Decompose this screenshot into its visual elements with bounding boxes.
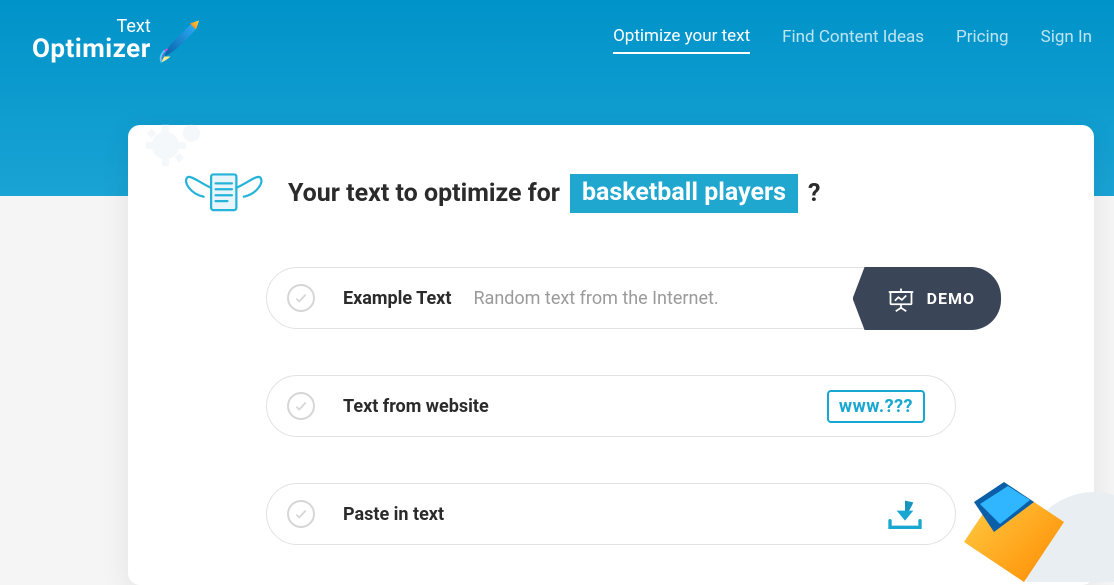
heading-text: Your text to optimize for basketball pla… bbox=[288, 174, 820, 213]
nav-ideas[interactable]: Find Content Ideas bbox=[782, 27, 924, 53]
url-hint-box: www.??? bbox=[827, 390, 925, 423]
demo-badge[interactable]: DEMO bbox=[853, 267, 1001, 330]
option-label: Text from website bbox=[343, 396, 489, 417]
option-desc: Random text from the Internet. bbox=[473, 288, 718, 309]
option-label: Example Text bbox=[343, 288, 451, 309]
radio-icon bbox=[287, 392, 315, 420]
rocket-pencil-icon bbox=[157, 16, 205, 64]
option-label: Paste in text bbox=[343, 504, 444, 525]
top-nav: Text Optimizer Optimize your text Find C… bbox=[0, 0, 1114, 80]
nav-links: Optimize your text Find Content Ideas Pr… bbox=[613, 26, 1092, 54]
radio-icon bbox=[287, 500, 315, 528]
brand-logo[interactable]: Text Optimizer bbox=[32, 16, 205, 64]
option-example-text[interactable]: Example Text Random text from the Intern… bbox=[266, 267, 956, 329]
heading-prefix: Your text to optimize for bbox=[288, 179, 560, 208]
nav-optimize[interactable]: Optimize your text bbox=[613, 26, 750, 54]
radio-icon bbox=[287, 284, 315, 312]
nav-pricing[interactable]: Pricing bbox=[956, 27, 1009, 53]
heading-row: Your text to optimize for basketball pla… bbox=[178, 167, 1034, 219]
gears-icon bbox=[146, 123, 216, 175]
option-paste-in-text[interactable]: Paste in text bbox=[266, 483, 956, 545]
option-text-from-website[interactable]: Text from website www.??? bbox=[266, 375, 956, 437]
pencil-decor-icon bbox=[944, 472, 1114, 582]
brand-text: Text Optimizer bbox=[32, 18, 151, 62]
download-icon bbox=[885, 496, 925, 532]
options-list: Example Text Random text from the Intern… bbox=[266, 267, 956, 545]
nav-signin[interactable]: Sign In bbox=[1041, 27, 1092, 53]
keyword-chip[interactable]: basketball players bbox=[570, 174, 798, 213]
presentation-icon bbox=[887, 285, 915, 313]
brand-line2: Optimizer bbox=[32, 36, 151, 62]
heading-suffix: ? bbox=[808, 179, 820, 208]
demo-label: DEMO bbox=[927, 289, 975, 308]
